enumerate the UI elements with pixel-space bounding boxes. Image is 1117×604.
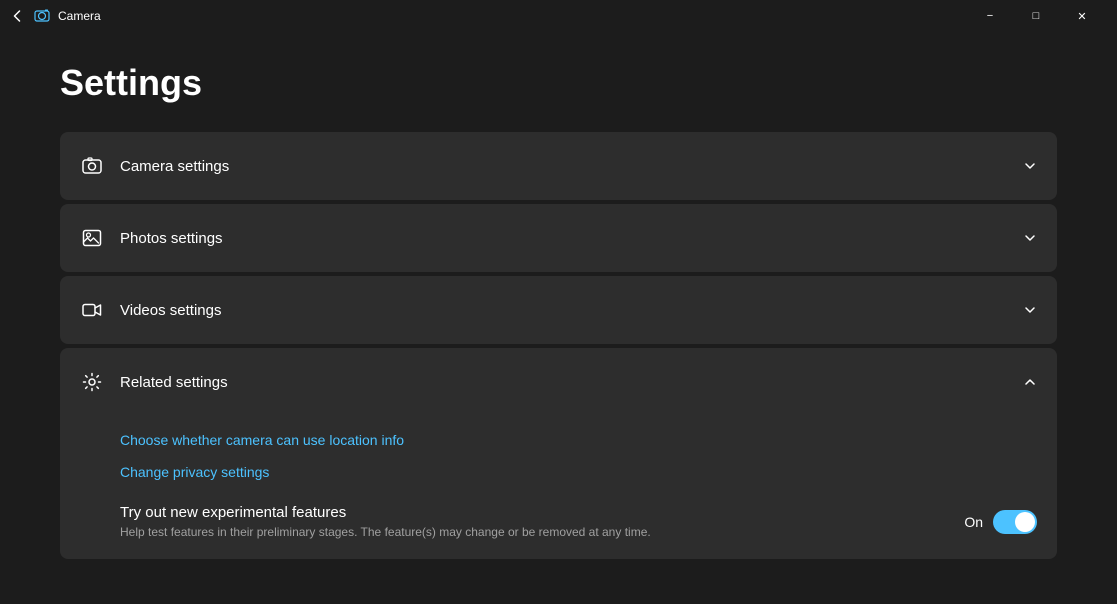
experimental-desc: Help test features in their preliminary … bbox=[120, 525, 944, 539]
videos-settings-label: Videos settings bbox=[120, 302, 1023, 319]
title-bar: Camera − □ ✕ bbox=[0, 0, 1117, 32]
experimental-row: Try out new experimental features Help t… bbox=[120, 504, 1037, 539]
related-settings-header[interactable]: Related settings bbox=[60, 348, 1057, 416]
related-settings-content: Choose whether camera can use location i… bbox=[60, 416, 1057, 559]
camera-settings-header[interactable]: Camera settings bbox=[60, 132, 1057, 200]
experimental-title: Try out new experimental features bbox=[120, 504, 944, 521]
photos-settings-section: Photos settings bbox=[60, 204, 1057, 272]
close-button[interactable]: ✕ bbox=[1059, 0, 1105, 32]
videos-settings-header[interactable]: Videos settings bbox=[60, 276, 1057, 344]
video-icon bbox=[80, 298, 104, 322]
videos-settings-section: Videos settings bbox=[60, 276, 1057, 344]
photos-chevron-icon bbox=[1023, 231, 1037, 245]
photos-settings-header[interactable]: Photos settings bbox=[60, 204, 1057, 272]
back-button[interactable] bbox=[12, 10, 24, 22]
camera-settings-section: Camera settings bbox=[60, 132, 1057, 200]
page-title: Settings bbox=[60, 62, 1057, 104]
videos-chevron-icon bbox=[1023, 303, 1037, 317]
related-chevron-icon bbox=[1023, 375, 1037, 389]
gear-icon bbox=[80, 370, 104, 394]
toggle-label: On bbox=[964, 514, 983, 530]
toggle-container: On bbox=[964, 510, 1037, 534]
minimize-button[interactable]: − bbox=[967, 0, 1013, 32]
camera-chevron-icon bbox=[1023, 159, 1037, 173]
app-title: Camera bbox=[58, 9, 967, 23]
related-settings-label: Related settings bbox=[120, 374, 1023, 391]
experimental-toggle[interactable] bbox=[993, 510, 1037, 534]
toggle-knob bbox=[1015, 512, 1035, 532]
photos-settings-label: Photos settings bbox=[120, 230, 1023, 247]
window-controls: − □ ✕ bbox=[967, 0, 1105, 32]
location-link[interactable]: Choose whether camera can use location i… bbox=[120, 424, 1037, 456]
camera-settings-label: Camera settings bbox=[120, 158, 1023, 175]
privacy-link[interactable]: Change privacy settings bbox=[120, 456, 1037, 488]
main-content: Settings Camera settings bbox=[0, 32, 1117, 604]
photo-icon bbox=[80, 226, 104, 250]
maximize-button[interactable]: □ bbox=[1013, 0, 1059, 32]
app-icon bbox=[34, 8, 50, 24]
related-settings-section: Related settings Choose whether camera c… bbox=[60, 348, 1057, 559]
camera-icon bbox=[80, 154, 104, 178]
experimental-text: Try out new experimental features Help t… bbox=[120, 504, 944, 539]
